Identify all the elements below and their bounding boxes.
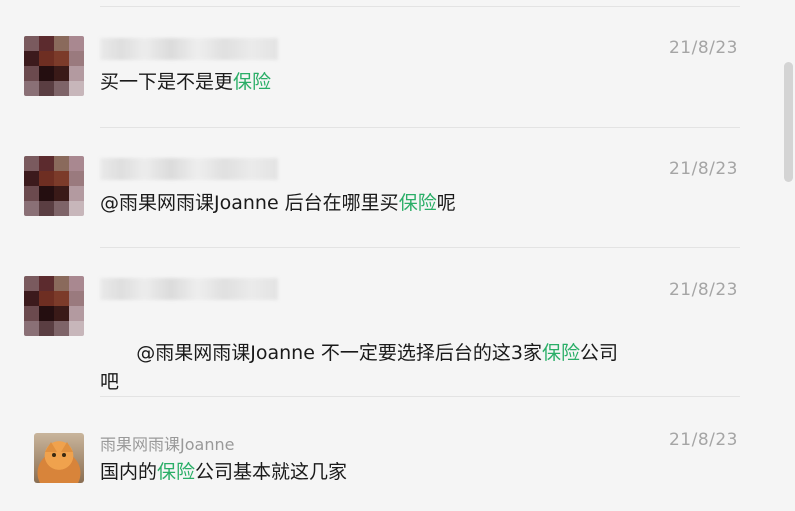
avatar[interactable] [24, 156, 84, 216]
divider [100, 247, 740, 248]
text-segment: 公司基本就这几家 [195, 461, 348, 483]
message-list: 21/8/23 买一下是不是更保险 21/8/23 @雨果网雨课Joanne 后… [0, 0, 780, 511]
text-segment: @雨果网雨课Joanne 不一定要选择后台的这3家 [136, 342, 543, 364]
username[interactable]: 雨果网雨课Joanne [100, 431, 234, 455]
message-time: 21/8/23 [668, 38, 738, 58]
text-segment: 吧 [100, 371, 120, 393]
text-segment: 公司 [580, 342, 619, 364]
username-blurred [100, 278, 278, 300]
text-segment: 买一下是不是更 [100, 71, 234, 93]
keyword-highlight: 保险 [398, 192, 437, 214]
message-content: 国内的保险公司基本就这几家 [100, 458, 660, 487]
message-content: 买一下是不是更保险 [100, 68, 660, 97]
scrollbar-track[interactable] [780, 0, 795, 511]
message-time: 21/8/23 [668, 430, 738, 450]
text-segment: @雨果网雨课Joanne 后台在哪里买 [100, 192, 399, 214]
message-content: @雨果网雨课Joanne 不一定要选择后台的这3家保险公司 吧 [100, 310, 660, 426]
avatar[interactable] [24, 276, 84, 336]
username-blurred [100, 158, 278, 180]
message-time: 21/8/23 [668, 159, 738, 179]
username-blurred [100, 38, 278, 60]
keyword-highlight: 保险 [233, 71, 272, 93]
keyword-highlight: 保险 [542, 342, 581, 364]
divider [100, 6, 740, 7]
avatar-cat-image[interactable] [34, 433, 84, 483]
scrollbar-thumb[interactable] [784, 62, 793, 182]
divider [100, 127, 740, 128]
keyword-highlight: 保险 [157, 461, 196, 483]
divider [100, 396, 740, 397]
text-segment: 呢 [436, 192, 456, 214]
message-time: 21/8/23 [668, 280, 738, 300]
avatar[interactable] [24, 36, 84, 96]
text-segment: 国内的 [100, 461, 158, 483]
message-content: @雨果网雨课Joanne 后台在哪里买保险呢 [100, 189, 660, 218]
